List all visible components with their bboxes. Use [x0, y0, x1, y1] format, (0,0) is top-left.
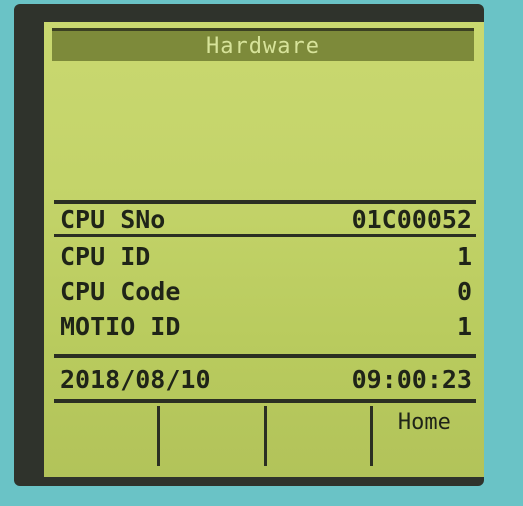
lcd-screen: Hardware CPU SNo 01C00052 CPU ID 1 CPU C…: [44, 22, 484, 477]
home-button[interactable]: Home: [373, 406, 476, 466]
divider: [54, 399, 476, 403]
cpu-sno-row: CPU SNo 01C00052: [60, 203, 472, 235]
info-row-motio-id: MOTIO ID 1: [60, 310, 472, 342]
cpu-sno-value: 01C00052: [351, 204, 472, 234]
info-label: CPU ID: [60, 241, 151, 271]
divider: [54, 354, 476, 358]
softkey-2[interactable]: [160, 406, 267, 466]
cpu-sno-label: CPU SNo: [60, 204, 166, 234]
info-value: 1: [456, 241, 472, 271]
softkey-1[interactable]: [54, 406, 161, 466]
screen-title: Hardware: [206, 33, 320, 59]
softkey-3[interactable]: [267, 406, 373, 466]
info-row-cpu-id: CPU ID 1: [60, 240, 472, 272]
divider: [54, 234, 476, 237]
datetime-row: 2018/08/10 09:00:23: [60, 363, 472, 395]
device-bezel: Hardware CPU SNo 01C00052 CPU ID 1 CPU C…: [14, 4, 484, 486]
title-bar: Hardware: [52, 28, 474, 61]
time-text: 09:00:23: [351, 364, 472, 394]
info-label: CPU Code: [60, 276, 181, 306]
info-value: 1: [456, 311, 472, 341]
info-label: MOTIO ID: [60, 311, 181, 341]
info-row-cpu-code: CPU Code 0: [60, 275, 472, 307]
softkey-bar: Home: [54, 406, 476, 466]
info-value: 0: [456, 276, 472, 306]
date-text: 2018/08/10: [60, 364, 211, 394]
